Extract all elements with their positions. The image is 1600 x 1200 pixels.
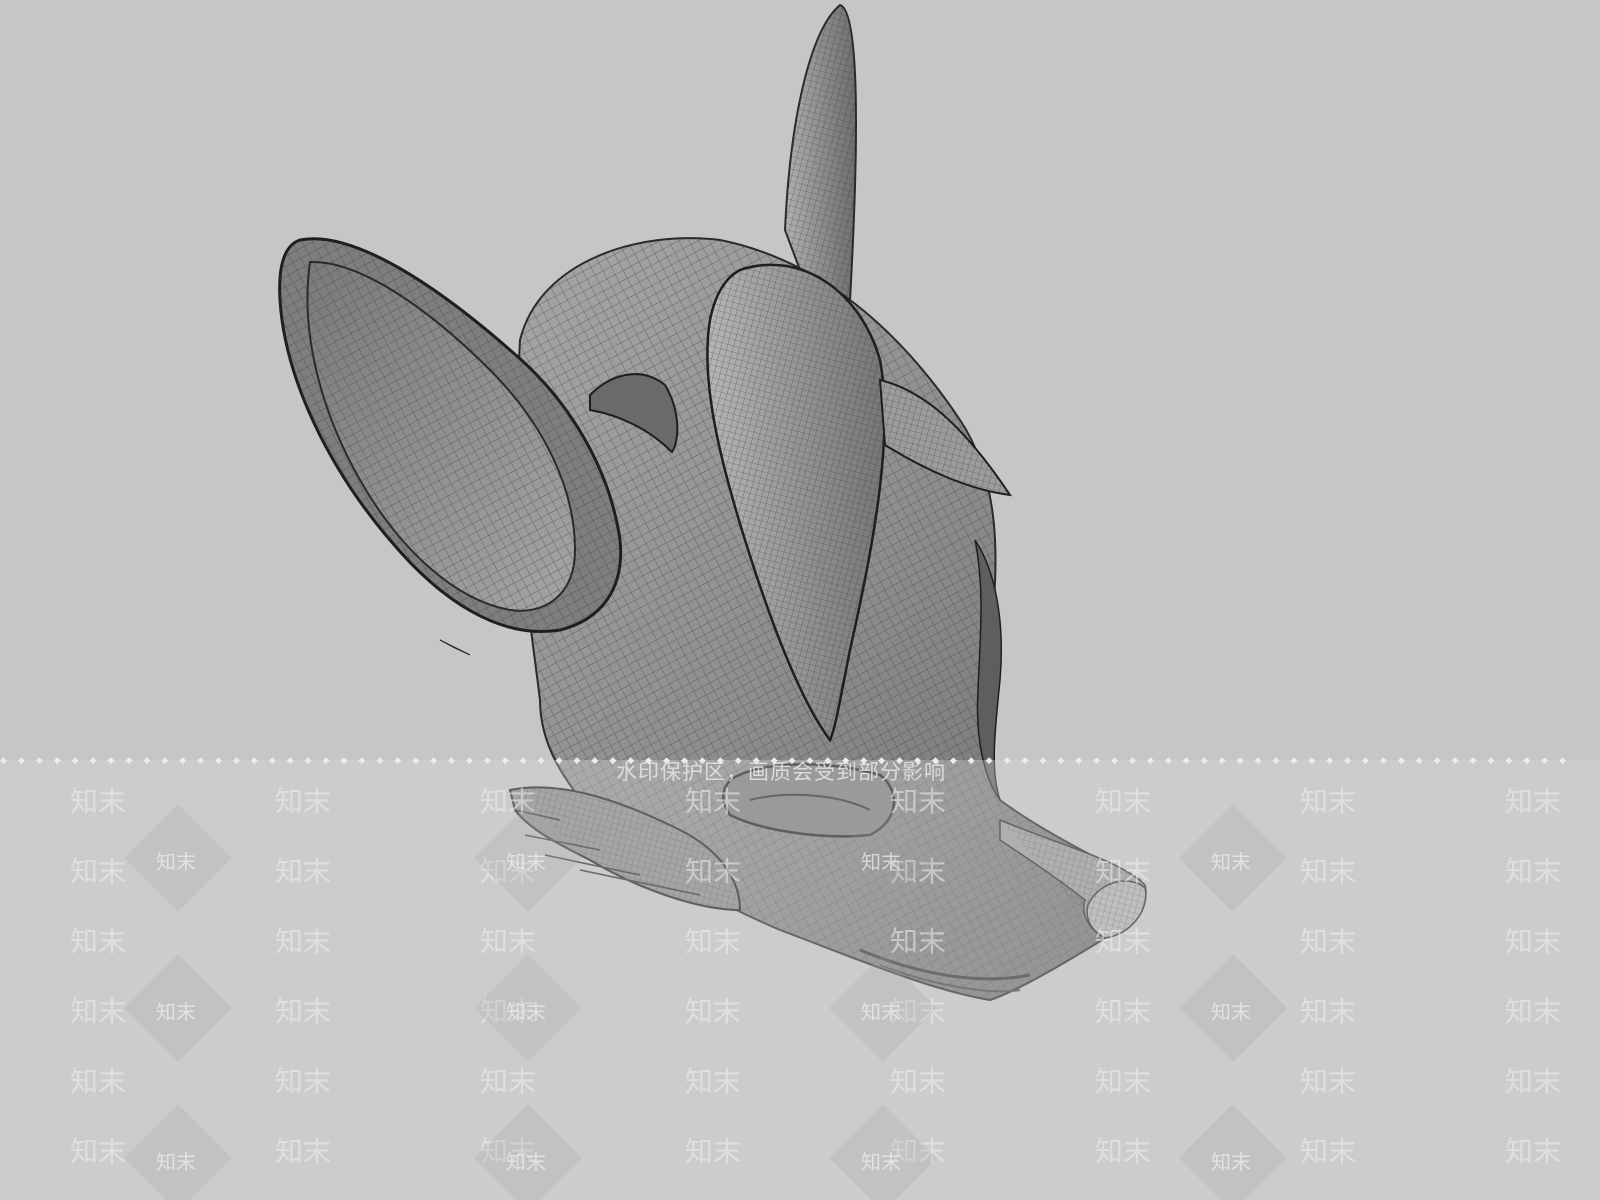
watermark-brand: 知末 bbox=[1095, 855, 1152, 888]
watermark-brand: 知末 bbox=[70, 785, 127, 818]
watermark-brand: 知末 bbox=[275, 995, 332, 1028]
watermark-diamond-brand: 知末 bbox=[506, 850, 546, 874]
watermark-brand: 知末 bbox=[1300, 1065, 1357, 1098]
watermark-brand: 知末 bbox=[685, 855, 742, 888]
watermark-brand: 知末 bbox=[70, 925, 127, 958]
watermark-brand: 知末 bbox=[275, 1065, 332, 1098]
watermark-brand: 知末 bbox=[1300, 785, 1357, 818]
watermark-brand: 知末 bbox=[1300, 1135, 1357, 1168]
watermark-brand: 知末 bbox=[70, 1065, 127, 1098]
watermark-brand: 知末 bbox=[1505, 995, 1562, 1028]
watermark-diamond-brand: 知末 bbox=[1211, 850, 1251, 874]
watermark-brand: 知末 bbox=[70, 855, 127, 888]
viewport[interactable]: ◆◆◆◆◆◆◆◆◆◆◆◆◆◆◆◆◆◆◆◆◆◆◆◆◆◆◆◆◆◆◆◆◆◆◆◆◆◆◆◆… bbox=[0, 0, 1600, 1200]
watermark-brand: 知末 bbox=[1095, 995, 1152, 1028]
watermark-brand: 知末 bbox=[1505, 855, 1562, 888]
watermark-diamond-brand: 知末 bbox=[156, 1000, 196, 1024]
watermark-brand: 知末 bbox=[1505, 925, 1562, 958]
watermark-brand: 知末 bbox=[1300, 925, 1357, 958]
watermark-brand: 知末 bbox=[685, 785, 742, 818]
watermark-brand: 知末 bbox=[685, 995, 742, 1028]
watermark-brand: 知末 bbox=[1300, 995, 1357, 1028]
watermark-brand: 知末 bbox=[1505, 1065, 1562, 1098]
watermark-brand: 知末 bbox=[275, 855, 332, 888]
watermark-brand: 知末 bbox=[685, 1135, 742, 1168]
watermark-brand: 知末 bbox=[890, 785, 947, 818]
watermark-brand: 知末 bbox=[275, 925, 332, 958]
watermark-brand: 知末 bbox=[1095, 1065, 1152, 1098]
watermark-diamond-brand: 知末 bbox=[1211, 1150, 1251, 1174]
watermark-diamond-brand: 知末 bbox=[861, 1000, 901, 1024]
watermark-brand: 知末 bbox=[1095, 1135, 1152, 1168]
watermark-brand: 知末 bbox=[70, 995, 127, 1028]
watermark-brand: 知末 bbox=[1095, 785, 1152, 818]
watermark-brand: 知末 bbox=[890, 1065, 947, 1098]
watermark-brand: 知末 bbox=[1300, 855, 1357, 888]
watermark-brand: 知末 bbox=[890, 925, 947, 958]
watermark-brand: 知末 bbox=[480, 1065, 537, 1098]
watermark-brand: 知末 bbox=[1505, 785, 1562, 818]
watermark-brand: 知末 bbox=[685, 1065, 742, 1098]
watermark-diamond-brand: 知末 bbox=[506, 1150, 546, 1174]
watermark-brand: 知末 bbox=[685, 925, 742, 958]
watermark-brand: 知末 bbox=[275, 1135, 332, 1168]
watermark-diamond-brand: 知末 bbox=[156, 850, 196, 874]
top-spike bbox=[783, 3, 857, 312]
watermark-brand: 知末 bbox=[1505, 1135, 1562, 1168]
watermark-diamond-brand: 知末 bbox=[156, 1150, 196, 1174]
watermark-diamond-brand: 知末 bbox=[861, 850, 901, 874]
fox-head-model[interactable] bbox=[0, 0, 1600, 1200]
watermark-brand: 知末 bbox=[1095, 925, 1152, 958]
watermark-brand: 知末 bbox=[275, 785, 332, 818]
watermark-diamond-brand: 知末 bbox=[506, 1000, 546, 1024]
watermark-brand: 知末 bbox=[70, 1135, 127, 1168]
watermark-diamond-brand: 知末 bbox=[1211, 1000, 1251, 1024]
watermark-diamond-brand: 知末 bbox=[861, 1150, 901, 1174]
